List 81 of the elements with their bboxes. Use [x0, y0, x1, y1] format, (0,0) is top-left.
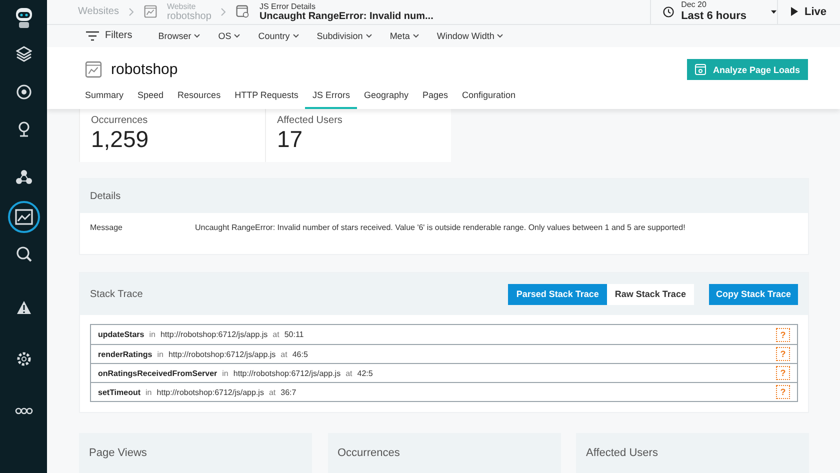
sidebar-item[interactable] [8, 201, 40, 233]
line-position: 42:5 [357, 368, 373, 378]
website-title: robotshop [111, 61, 178, 78]
card-title: Page Views [89, 447, 147, 459]
function-name: setTimeout [98, 388, 141, 396]
window-icon [694, 64, 706, 75]
tab[interactable]: Resources [170, 86, 228, 109]
search-icon [16, 246, 32, 262]
line-position: 50:11 [284, 330, 304, 339]
view-toggle-button[interactable]: Parsed Stack Trace [508, 284, 607, 304]
panel-title: Details [90, 190, 121, 202]
more-icon [14, 407, 32, 415]
filter-dropdown[interactable]: Country [258, 30, 299, 41]
layers-icon [16, 46, 32, 62]
chevron-down-icon [497, 34, 504, 38]
chart-icon [144, 5, 157, 18]
filter-dropdown[interactable]: Browser [158, 30, 200, 41]
filter-icon [86, 30, 99, 41]
time-range: Last 6 hours [681, 10, 746, 24]
in-label: in [146, 388, 152, 396]
chevron-down-icon [194, 34, 200, 38]
in-label: in [157, 350, 164, 358]
filter-dropdown[interactable]: OS [218, 30, 240, 41]
tab[interactable]: Pages [415, 86, 456, 109]
function-name: updateStars [98, 330, 144, 339]
file-url: http://robotshop:6712/js/app.js [160, 330, 268, 339]
breadcrumb-label: JS Error Details [259, 2, 316, 12]
play-icon [791, 7, 798, 16]
file-url: http://robotshop:6712/js/app.js [233, 368, 341, 378]
at-label: at [268, 388, 276, 396]
page-title: Uncaught RangeError: Invalid num... [259, 12, 434, 22]
stat-label: Affected Users [277, 115, 344, 126]
function-name: renderRatings [98, 350, 152, 358]
at-label: at [280, 350, 288, 358]
function-name: onRatingsReceivedFromServer [98, 368, 218, 378]
clock-icon [663, 4, 674, 19]
window-icon [236, 5, 250, 18]
chevron-down-icon [234, 34, 240, 38]
chevron-right-icon [221, 8, 226, 16]
in-label: in [149, 330, 156, 339]
stat-value: 17 [277, 126, 304, 152]
chart-icon [14, 209, 32, 225]
line-position: 36:7 [280, 388, 296, 396]
live-button[interactable]: Live [777, 0, 840, 24]
detail-key: Message [90, 223, 195, 232]
time-range-picker[interactable]: Dec 20 Last 6 hours [650, 0, 777, 24]
warning-icon [16, 300, 32, 314]
card-title: Occurrences [338, 447, 400, 459]
in-label: in [222, 368, 228, 378]
copy-stack-trace-button[interactable]: Copy Stack Trace [708, 284, 798, 304]
panel-title: Stack Trace [90, 288, 143, 300]
view-toggle-button[interactable]: Raw Stack Trace [606, 284, 694, 304]
filter-dropdown[interactable]: Subdivision [316, 30, 372, 41]
stat-value: 1,259 [91, 126, 150, 152]
filter-dropdown[interactable]: Meta [390, 30, 419, 41]
chevron-down-icon [366, 34, 372, 38]
line-position: 46:5 [292, 350, 308, 358]
detail-value: Uncaught RangeError: Invalid number of stars received. Value '6' is outside renderable range. Only values between 1 and 5 are supported! [195, 223, 686, 232]
stat-label: Occurrences [91, 115, 149, 126]
pin-icon [16, 121, 32, 137]
tab[interactable]: HTTP Requests [228, 86, 306, 109]
tab[interactable]: Geography [356, 86, 416, 109]
filter-dropdown[interactable]: Window Width [436, 30, 504, 41]
breadcrumb-label: Website [166, 2, 197, 12]
chevron-down-icon [292, 34, 299, 38]
file-url: http://robotshop:6712/js/app.js [156, 388, 264, 396]
tab[interactable]: Speed [130, 86, 171, 109]
chevron-down-icon [412, 34, 419, 38]
nodes-icon [14, 169, 32, 185]
filters-button[interactable]: Filters [86, 30, 132, 42]
settings-icon [16, 351, 32, 367]
at-label: at [272, 330, 280, 339]
tab[interactable]: Summary [85, 86, 131, 109]
caret-icon [771, 10, 777, 14]
tab[interactable]: Configuration [455, 86, 523, 109]
at-label: at [346, 368, 352, 378]
chart-icon [85, 61, 102, 78]
file-url: http://robotshop:6712/js/app.js [168, 350, 276, 358]
card-title: Affected Users [586, 447, 658, 459]
chevron-right-icon [128, 8, 134, 16]
date-label: Dec 20 [681, 0, 708, 10]
